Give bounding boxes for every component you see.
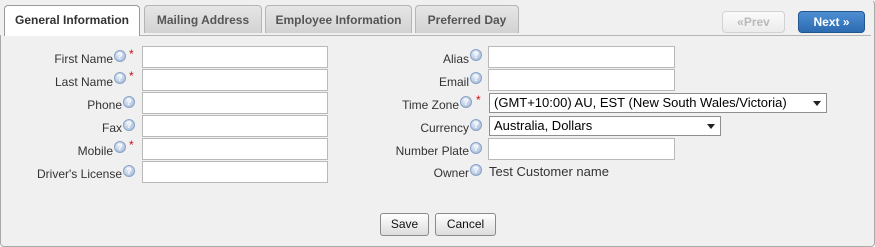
owner-label: Owner bbox=[433, 166, 469, 180]
first-name-label: First Name bbox=[54, 52, 113, 66]
email-label: Email bbox=[438, 75, 469, 89]
help-icon[interactable]: ? bbox=[123, 96, 135, 108]
email-field[interactable] bbox=[488, 69, 675, 91]
fax-field[interactable] bbox=[142, 115, 328, 137]
tab-general-information[interactable]: General Information bbox=[4, 5, 140, 36]
help-icon[interactable]: ? bbox=[123, 119, 135, 131]
help-icon[interactable]: ? bbox=[114, 72, 126, 84]
currency-select[interactable]: Australia, Dollars bbox=[489, 116, 721, 136]
help-icon[interactable]: ? bbox=[470, 119, 482, 131]
time-zone-select[interactable]: (GMT+10:00) AU, EST (New South Wales/Vic… bbox=[489, 93, 827, 113]
tab-preferred-day[interactable]: Preferred Day bbox=[415, 5, 519, 33]
required-marker: * bbox=[129, 47, 134, 61]
drivers-license-label: Driver's License bbox=[37, 167, 122, 181]
required-marker: * bbox=[476, 93, 481, 107]
chevron-down-icon bbox=[707, 124, 715, 129]
drivers-license-field[interactable] bbox=[142, 161, 328, 183]
number-plate-label: Number Plate bbox=[395, 144, 469, 158]
help-icon[interactable]: ? bbox=[470, 49, 482, 61]
phone-field[interactable] bbox=[142, 92, 328, 114]
next-button[interactable]: Next » bbox=[798, 11, 865, 33]
cancel-button[interactable]: Cancel bbox=[435, 213, 496, 236]
currency-selected-value: Australia, Dollars bbox=[494, 118, 593, 133]
tab-employee-information[interactable]: Employee Information bbox=[265, 5, 412, 33]
owner-value: Test Customer name bbox=[489, 164, 609, 179]
required-marker: * bbox=[129, 69, 134, 83]
currency-label: Currency bbox=[420, 121, 469, 135]
help-icon[interactable]: ? bbox=[470, 164, 482, 176]
save-button[interactable]: Save bbox=[380, 213, 429, 236]
phone-label: Phone bbox=[87, 98, 122, 112]
alias-label: Alias bbox=[442, 52, 469, 66]
first-name-field[interactable] bbox=[142, 46, 328, 68]
last-name-label: Last Name bbox=[54, 75, 113, 89]
help-icon[interactable]: ? bbox=[114, 50, 126, 62]
time-zone-label: Time Zone bbox=[402, 98, 459, 112]
fax-label: Fax bbox=[101, 121, 122, 135]
mobile-label: Mobile bbox=[77, 144, 113, 158]
help-icon[interactable]: ? bbox=[123, 165, 135, 177]
help-icon[interactable]: ? bbox=[114, 141, 126, 153]
tab-mailing-address[interactable]: Mailing Address bbox=[144, 5, 262, 33]
chevron-down-icon bbox=[813, 101, 821, 106]
help-icon[interactable]: ? bbox=[470, 142, 482, 154]
alias-field[interactable] bbox=[488, 46, 675, 68]
mobile-field[interactable] bbox=[142, 138, 328, 160]
help-icon[interactable]: ? bbox=[470, 72, 482, 84]
prev-button[interactable]: «Prev bbox=[722, 11, 785, 33]
number-plate-field[interactable] bbox=[488, 138, 675, 160]
time-zone-selected-value: (GMT+10:00) AU, EST (New South Wales/Vic… bbox=[494, 95, 787, 110]
last-name-field[interactable] bbox=[142, 69, 328, 91]
help-icon[interactable]: ? bbox=[460, 96, 472, 108]
required-marker: * bbox=[129, 138, 134, 152]
